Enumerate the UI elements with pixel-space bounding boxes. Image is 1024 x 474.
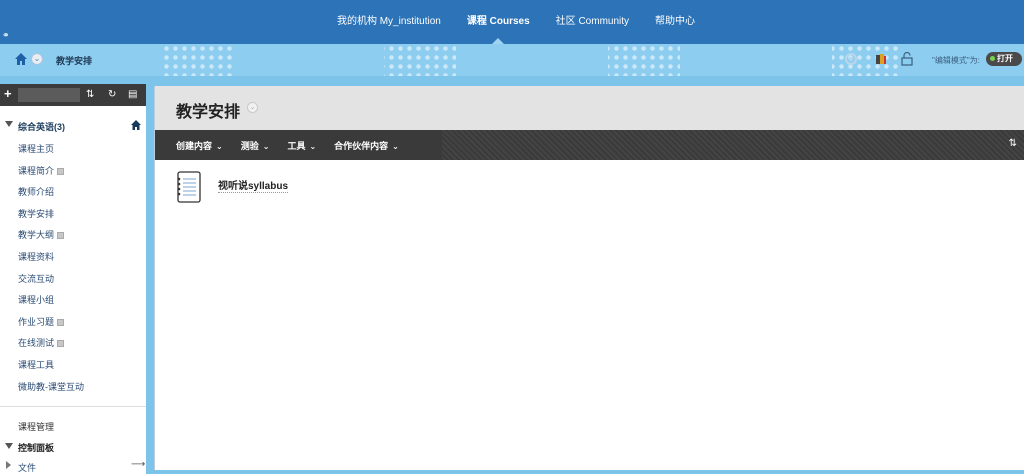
page-header: 教学安排 ⌄ <box>155 86 1024 130</box>
sidebar-item-course-home[interactable]: 课程主页 <box>0 139 146 161</box>
action-bar-buttons: 创建内容 ⌄ 测验 ⌄ 工具 ⌄ 合作伙伴内容 ⌄ <box>155 130 442 160</box>
sort-icon[interactable]: ⇅ <box>1009 138 1017 149</box>
content-item-title[interactable]: 视听说syllabus <box>218 177 289 193</box>
sidebar-divider <box>0 406 146 407</box>
sidebar-item-label: 教学大纲 <box>18 228 65 241</box>
control-panel-header[interactable]: 控制面板 <box>0 440 146 454</box>
unlock-icon[interactable] <box>900 52 914 66</box>
sidebar-item-online-tests[interactable]: 在线测试 <box>0 333 146 355</box>
partner-content-button[interactable]: 合作伙伴内容 ⌄ <box>334 139 399 152</box>
sidebar-item-label: 微助教-课堂互动 <box>18 381 84 392</box>
document-icon <box>177 171 201 203</box>
sidebar-item-homework[interactable]: 作业习题 <box>0 312 146 334</box>
arrow-right-icon[interactable]: ⟶ <box>131 459 145 470</box>
breadcrumb-bar <box>0 44 1024 76</box>
assessments-button[interactable]: 测验 ⌄ <box>241 139 270 152</box>
sidebar-item-tools[interactable]: 课程工具 <box>0 355 146 377</box>
page-title-chevron-down-icon[interactable]: ⌄ <box>247 102 258 113</box>
theme-icon[interactable] <box>874 52 888 66</box>
folder-view-icon[interactable]: ▤ <box>128 88 137 102</box>
sidebar-item-teacher-intro[interactable]: 教师介绍 <box>0 182 146 204</box>
sidebar-item-label: 教学安排 <box>18 208 55 219</box>
sidebar-item-label: 教师介绍 <box>18 187 55 198</box>
sidebar-item-label: 课程小组 <box>18 295 55 306</box>
chevron-down-icon: ⌄ <box>216 141 223 151</box>
sidebar-item-label: 作业习题 <box>18 315 65 328</box>
sidebar-item-label: 课程工具 <box>18 359 55 370</box>
sidebar-toolbar: + ⇅ ↻ ▤ <box>0 84 146 106</box>
tab-courses[interactable]: 课程 Courses <box>467 0 530 44</box>
control-panel-title[interactable]: 控制面板 <box>18 441 54 454</box>
sidebar-item-files[interactable]: 文件 ⟶ <box>0 459 146 474</box>
action-bar: 创建内容 ⌄ 测验 ⌄ 工具 ⌄ 合作伙伴内容 ⌄ ⇅ <box>155 130 1024 160</box>
edit-mode-on-indicator <box>990 56 995 61</box>
course-title[interactable]: 综合英语(3) <box>18 120 65 133</box>
sidebar-item-label: 课程简介 <box>18 164 65 177</box>
hidden-item-icon <box>57 167 65 175</box>
tab-help-center[interactable]: 帮助中心 <box>655 0 695 44</box>
top-navigation: 我的机构 My_institution 课程 Courses 社区 Commun… <box>0 0 1024 44</box>
breadcrumb-current: 教学安排 <box>56 56 93 66</box>
create-content-button[interactable]: 创建内容 ⌄ <box>176 139 223 152</box>
edit-mode-value: 打开 <box>997 54 1013 63</box>
chevron-down-icon: ⌄ <box>309 141 317 151</box>
tab-my-institution[interactable]: 我的机构 My_institution <box>337 0 441 44</box>
hidden-item-icon <box>57 318 65 326</box>
link-icon[interactable]: ⚭ <box>2 30 10 40</box>
add-menu-item-icon[interactable]: + <box>4 86 12 101</box>
sidebar-item-schedule[interactable]: 教学安排 <box>0 204 146 226</box>
files-label[interactable]: 文件 <box>18 461 36 474</box>
hidden-item-icon <box>57 232 65 240</box>
sidebar-item-course-intro[interactable]: 课程简介 <box>0 161 146 183</box>
tab-community[interactable]: 社区 Community <box>556 0 629 44</box>
student-preview-icon[interactable] <box>842 52 860 66</box>
chevron-down-icon: ⌄ <box>262 141 270 151</box>
tools-button[interactable]: 工具 ⌄ <box>287 139 316 152</box>
course-menu-header[interactable]: 综合英语(3) <box>0 118 146 134</box>
hidden-item-icon <box>57 340 65 348</box>
course-menu-list: 课程主页 课程简介 教师介绍 教学安排 教学大纲 课程资料 交流互动 课程小组 … <box>0 139 146 398</box>
main-content: 教学安排 ⌄ 创建内容 ⌄ 测验 ⌄ 工具 ⌄ 合作伙伴内容 ⌄ ⇅ 视听说syllab… <box>154 86 1024 470</box>
sidebar-search-field[interactable] <box>18 88 80 102</box>
expand-triangle-icon[interactable] <box>6 461 11 469</box>
sidebar-item-label: 在线测试 <box>18 336 65 349</box>
sidebar-item-materials[interactable]: 课程资料 <box>0 247 146 269</box>
edit-mode-label: "编辑模式"为: <box>932 56 980 65</box>
collapse-triangle-icon[interactable] <box>5 121 13 127</box>
sidebar-item-groups[interactable]: 课程小组 <box>0 290 146 312</box>
sidebar-item-syllabus[interactable]: 教学大纲 <box>0 225 146 247</box>
sidebar-item-label: 课程主页 <box>18 144 55 154</box>
breadcrumb-chevron-down-icon[interactable]: ⌄ <box>31 53 43 65</box>
top-nav-tabs: 我的机构 My_institution 课程 Courses 社区 Commun… <box>0 0 1024 44</box>
collapse-triangle-icon[interactable] <box>5 443 13 449</box>
sidebar-item-classroom-interaction[interactable]: 微助教-课堂互动 <box>0 377 146 399</box>
home-icon[interactable] <box>14 52 28 66</box>
sidebar-item-interaction[interactable]: 交流互动 <box>0 269 146 291</box>
refresh-icon[interactable]: ↻ <box>108 88 116 102</box>
course-management-heading: 课程管理 <box>18 422 55 432</box>
course-home-icon[interactable] <box>130 119 142 131</box>
page-title: 教学安排 <box>176 104 241 121</box>
sidebar-item-label: 课程资料 <box>18 251 55 262</box>
course-menu-sidebar: + ⇅ ↻ ▤ 综合英语(3) 课程主页 课程简介 教师介绍 教学安排 教学大纲… <box>0 84 146 474</box>
reorder-icon[interactable]: ⇅ <box>86 88 94 102</box>
edit-mode-toggle[interactable]: 打开 <box>986 52 1022 66</box>
sidebar-item-label: 交流互动 <box>18 273 55 284</box>
chevron-down-icon: ⌄ <box>392 141 399 151</box>
